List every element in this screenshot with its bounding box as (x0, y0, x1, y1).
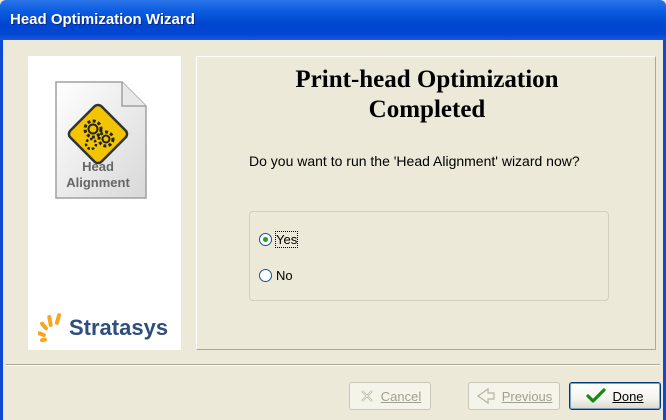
arrow-left-icon (476, 388, 496, 404)
question-text: Do you want to run the 'Head Alignment' … (249, 153, 580, 169)
brand-name: Stratasys (69, 315, 169, 340)
starburst-icon (38, 313, 62, 343)
cancel-button-label: Cancel (380, 388, 422, 404)
radio-label-no[interactable]: No (276, 268, 293, 283)
icon-label-line2: Alignment (66, 175, 130, 190)
page-title-line1: Print-head Optimization (295, 66, 559, 93)
options-groupbox: Yes No (249, 211, 609, 301)
window-frame-left (0, 40, 3, 420)
wizard-window: Head Optimization Wizard Head Alignment … (0, 0, 666, 420)
previous-button-label: Previous (501, 388, 553, 404)
icon-label-line1: Head (82, 159, 114, 174)
radio-label-yes[interactable]: Yes (274, 231, 299, 248)
radio-option-yes[interactable]: Yes (259, 231, 299, 248)
radio-button-no[interactable] (259, 269, 272, 282)
page-title: Print-head Optimization Completed (197, 65, 657, 125)
window-title: Head Optimization Wizard (10, 11, 195, 28)
page-title-line2: Completed (368, 96, 486, 123)
stratasys-logo: Stratasys (38, 311, 178, 347)
footer-separator (6, 364, 660, 366)
done-button-label: Done (612, 388, 644, 404)
checkmark-icon (586, 388, 607, 404)
head-alignment-label: Head Alignment (52, 159, 144, 191)
cancel-button[interactable]: Cancel (349, 382, 431, 410)
previous-button[interactable]: Previous (468, 382, 560, 410)
title-bar[interactable]: Head Optimization Wizard (0, 0, 666, 40)
x-icon (359, 388, 375, 404)
wizard-content-panel: Print-head Optimization Completed Do you… (196, 56, 656, 350)
radio-button-yes[interactable] (259, 233, 272, 246)
done-button[interactable]: Done (569, 382, 661, 410)
wizard-sidebar: Head Alignment Stratasys (28, 56, 181, 350)
radio-option-no[interactable]: No (259, 268, 293, 283)
